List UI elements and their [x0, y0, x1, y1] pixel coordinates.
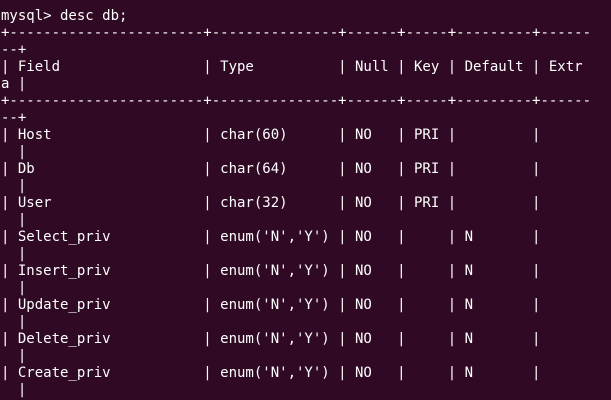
table-border: +-----------------------+---------------… — [1, 25, 592, 41]
table-header-wrap: a | — [1, 76, 27, 92]
table-border-wrap: --+ — [1, 110, 27, 126]
table-row: | Select_priv | enum('N','Y') | NO | | N… — [1, 229, 541, 245]
table-row: | User | char(32) | NO | PRI | | — [1, 195, 541, 211]
prompt-line: mysql> desc db; — [1, 8, 128, 24]
terminal-output: mysql> desc db; +-----------------------+… — [0, 0, 611, 399]
table-row-wrap: | — [1, 382, 27, 398]
table-row-wrap: | — [1, 280, 27, 296]
table-row: | Host | char(60) | NO | PRI | | — [1, 127, 541, 143]
table-row-wrap: | — [1, 178, 27, 194]
table-row-wrap: | — [1, 348, 27, 364]
table-row: | Insert_priv | enum('N','Y') | NO | | N… — [1, 263, 541, 279]
table-row: | Db | char(64) | NO | PRI | | — [1, 161, 541, 177]
table-row: | Update_priv | enum('N','Y') | NO | | N… — [1, 297, 541, 313]
table-row: | Create_priv | enum('N','Y') | NO | | N… — [1, 365, 541, 381]
table-border-wrap: --+ — [1, 42, 27, 58]
table-row-wrap: | — [1, 212, 27, 228]
table-row: | Delete_priv | enum('N','Y') | NO | | N… — [1, 331, 541, 347]
table-row-wrap: | — [1, 144, 27, 160]
terminal-window[interactable]: mysql> desc db; +-----------------------+… — [0, 0, 611, 400]
table-header-row: | Field | Type | Null | Key | Default | … — [1, 59, 583, 75]
table-row-wrap: | — [1, 246, 27, 262]
table-row-wrap: | — [1, 314, 27, 330]
table-border: +-----------------------+---------------… — [1, 93, 592, 109]
